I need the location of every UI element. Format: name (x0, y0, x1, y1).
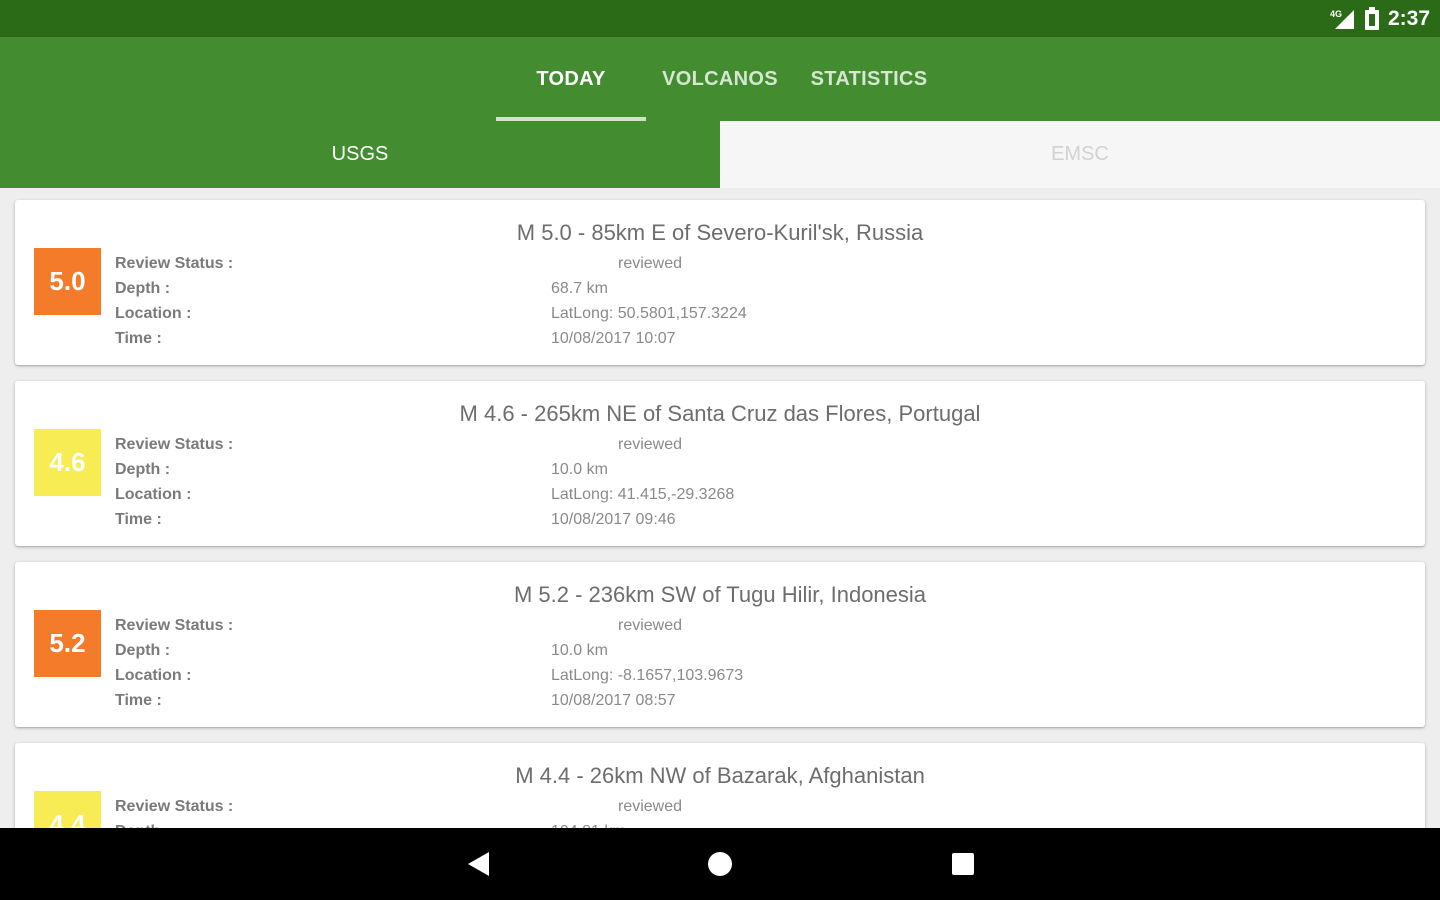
earthquake-title: M 4.6 - 265km NE of Santa Cruz das Flore… (459, 401, 981, 426)
field-labels: Review Status : Depth : Location : Time … (115, 794, 233, 828)
location-label: Location : (115, 305, 192, 322)
earthquake-card[interactable]: M 4.6 - 265km NE of Santa Cruz das Flore… (15, 381, 1425, 546)
status-time: 2:37 (1387, 6, 1430, 30)
depth-label: Depth : (115, 461, 171, 478)
location-label: Location : (115, 667, 192, 684)
field-labels: Review Status : Depth : Location : Time … (115, 432, 233, 532)
depth-value: 10.0 km (551, 642, 608, 659)
depth-value: 68.7 km (551, 280, 608, 297)
magnitude-badge: 4.4 (34, 791, 101, 828)
time-value: 10/08/2017 09:46 (551, 511, 676, 528)
depth-label: Depth : (115, 280, 171, 297)
network-type-label: 4G (1330, 9, 1342, 19)
location-value: LatLong: -8.1657,103.9673 (551, 667, 744, 684)
earthquake-list[interactable]: M 5.0 - 85km E of Severo-Kuril'sk, Russi… (0, 188, 1440, 828)
depth-label: Depth : (115, 642, 171, 659)
status-icons: 4G 2:37 (1330, 0, 1430, 37)
earthquake-title: M 4.4 - 26km NW of Bazarak, Afghanistan (515, 763, 925, 788)
depth-value: 104.81 km (551, 819, 682, 828)
field-labels: Review Status : Depth : Location : Time … (115, 613, 233, 713)
review-status-label: Review Status : (115, 617, 234, 634)
review-status-label: Review Status : (115, 436, 234, 453)
location-value: LatLong: 41.415,-29.3268 (551, 486, 735, 503)
review-status-label: Review Status : (115, 798, 234, 815)
review-status-value: reviewed (618, 617, 683, 634)
depth-label: Depth : (115, 819, 233, 828)
depth-value: 10.0 km (551, 461, 608, 478)
tab-statistics[interactable]: STATISTICS (794, 37, 944, 121)
time-label: Time : (115, 692, 162, 709)
earthquake-card[interactable]: M 5.0 - 85km E of Severo-Kuril'sk, Russi… (15, 200, 1425, 365)
field-values: reviewed 10.0 km LatLong: 41.415,-29.326… (551, 432, 734, 532)
status-bar: 4G 2:37 (0, 0, 1440, 37)
magnitude-badge: 5.2 (34, 610, 101, 677)
field-values: reviewed 10.0 km LatLong: -8.1657,103.96… (551, 613, 743, 713)
review-status-value: reviewed (618, 255, 683, 272)
home-icon[interactable] (702, 846, 738, 882)
tab-today[interactable]: TODAY (496, 37, 646, 121)
location-value: LatLong: 50.5801,157.3224 (551, 305, 747, 322)
source-tab-emsc[interactable]: EMSC (720, 121, 1440, 188)
field-labels: Review Status : Depth : Location : Time … (115, 251, 233, 351)
back-icon[interactable] (460, 846, 496, 882)
field-values: reviewed 68.7 km LatLong: 50.5801,157.32… (551, 251, 747, 351)
review-status-value: reviewed (618, 436, 683, 453)
source-tabs: USGS EMSC (0, 121, 1440, 188)
signal-icon: 4G (1330, 8, 1356, 30)
review-status-label: Review Status : (115, 255, 234, 272)
earthquake-title: M 5.2 - 236km SW of Tugu Hilir, Indonesi… (513, 582, 927, 607)
review-status-value: reviewed (618, 798, 683, 815)
magnitude-badge: 4.6 (34, 429, 101, 496)
recents-icon[interactable] (945, 846, 981, 882)
field-values: reviewed 104.81 km (551, 794, 682, 828)
earthquake-card[interactable]: M 5.2 - 236km SW of Tugu Hilir, Indonesi… (15, 562, 1425, 727)
magnitude-badge: 5.0 (34, 248, 101, 315)
tab-volcanos[interactable]: VOLCANOS (646, 37, 794, 121)
time-value: 10/08/2017 10:07 (551, 330, 676, 347)
navigation-bar (0, 828, 1440, 900)
earthquake-title: M 5.0 - 85km E of Severo-Kuril'sk, Russi… (516, 220, 924, 245)
main-tabs: TODAY VOLCANOS STATISTICS (0, 37, 1440, 121)
app-bar: TODAY VOLCANOS STATISTICS (0, 37, 1440, 121)
time-label: Time : (115, 330, 162, 347)
earthquake-card[interactable]: M 4.4 - 26km NW of Bazarak, Afghanistan … (15, 743, 1425, 828)
location-label: Location : (115, 486, 192, 503)
source-tab-usgs[interactable]: USGS (0, 121, 720, 188)
time-label: Time : (115, 511, 162, 528)
battery-icon (1364, 6, 1380, 31)
time-value: 10/08/2017 08:57 (551, 692, 676, 709)
